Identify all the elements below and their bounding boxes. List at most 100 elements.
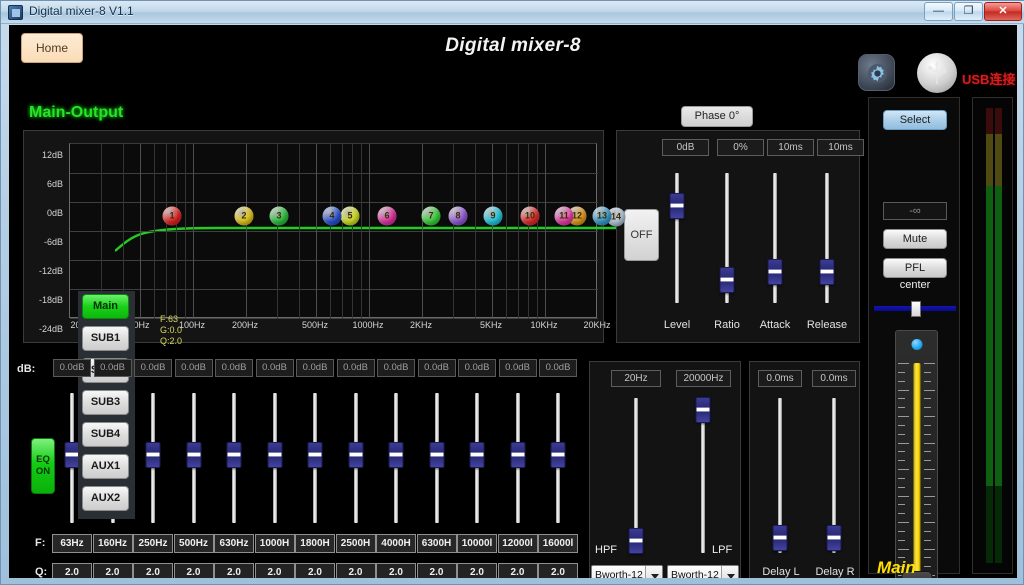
comp-slider-release[interactable] <box>819 173 835 303</box>
eq-q-box-12[interactable]: 2.0 <box>497 563 538 578</box>
eq-q-box-1[interactable]: 2.0 <box>52 563 92 578</box>
lpf-slider-knob[interactable] <box>695 397 711 424</box>
eq-band-handle-7[interactable]: 7 <box>421 206 441 226</box>
eq-gain-box-8[interactable]: 0.0dB <box>336 359 375 377</box>
eq-band-handle-2[interactable]: 2 <box>234 206 254 226</box>
eq-q-box-13[interactable]: 2.0 <box>538 563 578 578</box>
eq-gain-slider-3[interactable] <box>145 393 161 523</box>
comp-value-ratio[interactable]: 0% <box>717 139 764 156</box>
eq-freq-box-12[interactable]: 12000l <box>497 534 538 553</box>
comp-value-release[interactable]: 10ms <box>817 139 864 156</box>
eq-gain-box-6[interactable]: 0.0dB <box>255 359 294 377</box>
hpf-slider-knob[interactable] <box>628 527 644 554</box>
eq-gain-slider-4-knob[interactable] <box>186 442 201 469</box>
comp-slider-level-knob[interactable] <box>669 192 685 219</box>
eq-freq-box-4[interactable]: 500Hz <box>173 534 214 553</box>
eq-q-box-9[interactable]: 2.0 <box>376 563 416 578</box>
comp-slider-release-knob[interactable] <box>819 258 835 285</box>
mute-button[interactable]: Mute <box>883 229 947 249</box>
eq-gain-box-5[interactable]: 0.0dB <box>215 359 253 377</box>
eq-band-handle-1[interactable]: 1 <box>162 206 182 226</box>
channel-button-sub1[interactable]: SUB1 <box>82 326 129 351</box>
eq-gain-slider-3-knob[interactable] <box>145 442 161 469</box>
eq-band-handle-13[interactable]: 13 <box>592 206 612 226</box>
hpf-type-select[interactable]: Bworth-12 <box>591 565 663 578</box>
eq-band-handle-9[interactable]: 9 <box>483 206 503 226</box>
eq-freq-box-9[interactable]: 4000H <box>376 534 416 553</box>
eq-freq-box-3[interactable]: 250Hz <box>133 534 173 553</box>
comp-slider-level[interactable] <box>669 173 685 303</box>
comp-slider-attack-knob[interactable] <box>767 258 783 285</box>
eq-plot-area[interactable]: 1 2 3 4 5 6 7 8 9 10 11 12 13 14 <box>69 143 643 319</box>
select-button[interactable]: Select <box>883 110 947 130</box>
channel-button-sub4[interactable]: SUB4 <box>82 422 129 447</box>
eq-gain-slider-8[interactable] <box>348 393 364 523</box>
delay-right-value-box[interactable]: 0.0ms <box>812 370 856 387</box>
comp-value-attack[interactable]: 10ms <box>767 139 814 156</box>
eq-gain-slider-5[interactable] <box>226 393 242 523</box>
eq-gain-slider-4[interactable] <box>186 393 202 523</box>
eq-gain-slider-8-knob[interactable] <box>348 442 363 469</box>
eq-gain-slider-10-knob[interactable] <box>429 442 444 469</box>
usb-icon[interactable] <box>917 53 957 93</box>
eq-freq-box-11[interactable]: 10000l <box>457 534 497 553</box>
comp-value-level[interactable]: 0dB <box>662 139 709 156</box>
eq-gain-slider-11[interactable] <box>469 393 485 523</box>
eq-gain-box-11[interactable]: 0.0dB <box>458 359 496 377</box>
maximize-button[interactable]: ❐ <box>954 2 983 21</box>
lpf-type-select[interactable]: Bworth-12 <box>667 565 739 578</box>
compressor-power-button[interactable]: OFF <box>624 209 659 261</box>
eq-gain-slider-13-knob[interactable] <box>550 442 566 469</box>
eq-gain-slider-9[interactable] <box>388 393 404 523</box>
eq-freq-box-6[interactable]: 1000H <box>254 534 295 553</box>
eq-band-handle-3[interactable]: 3 <box>269 206 289 226</box>
eq-freq-box-1[interactable]: 63Hz <box>52 534 92 553</box>
eq-gain-box-2[interactable]: 0.0dB <box>93 359 132 377</box>
eq-gain-box-1[interactable]: 0.0dB <box>53 359 91 377</box>
chevron-down-icon[interactable] <box>645 566 662 578</box>
delay-right-slider[interactable] <box>826 398 842 553</box>
delay-left-slider[interactable] <box>772 398 788 553</box>
delay-left-value-box[interactable]: 0.0ms <box>758 370 802 387</box>
eq-q-box-5[interactable]: 2.0 <box>214 563 254 578</box>
comp-slider-ratio[interactable] <box>719 173 735 303</box>
channel-button-aux2[interactable]: AUX2 <box>82 486 129 511</box>
eq-band-handle-11[interactable]: 11 <box>554 206 574 226</box>
eq-band-handle-6[interactable]: 6 <box>377 206 397 226</box>
eq-gain-slider-6-knob[interactable] <box>267 442 282 469</box>
channel-button-sub3[interactable]: SUB3 <box>82 390 129 415</box>
eq-q-box-8[interactable]: 2.0 <box>335 563 376 578</box>
eq-gain-box-3[interactable]: 0.0dB <box>134 359 172 377</box>
eq-freq-box-2[interactable]: 160Hz <box>92 534 133 553</box>
close-button[interactable]: ✕ <box>984 2 1022 21</box>
eq-q-box-10[interactable]: 2.0 <box>416 563 457 578</box>
pan-slider[interactable] <box>874 301 956 317</box>
eq-band-handle-5[interactable]: 5 <box>340 206 360 226</box>
eq-freq-box-13[interactable]: 16000l <box>538 534 578 553</box>
eq-gain-slider-13[interactable] <box>550 393 566 523</box>
eq-gain-box-12[interactable]: 0.0dB <box>498 359 537 377</box>
eq-gain-slider-12[interactable] <box>510 393 526 523</box>
eq-band-handle-8[interactable]: 8 <box>448 206 468 226</box>
gear-icon[interactable] <box>858 54 895 91</box>
comp-slider-ratio-knob[interactable] <box>719 266 735 293</box>
chevron-down-icon[interactable] <box>721 566 738 578</box>
hpf-value-box[interactable]: 20Hz <box>611 370 661 387</box>
eq-gain-slider-5-knob[interactable] <box>226 442 242 469</box>
channel-button-aux1[interactable]: AUX1 <box>82 454 129 479</box>
phase-button[interactable]: Phase 0° <box>681 106 753 127</box>
eq-gain-slider-11-knob[interactable] <box>469 442 485 469</box>
eq-freq-box-8[interactable]: 2500H <box>335 534 376 553</box>
eq-q-box-11[interactable]: 2.0 <box>457 563 497 578</box>
eq-gain-box-9[interactable]: 0.0dB <box>377 359 415 377</box>
eq-gain-box-13[interactable]: 0.0dB <box>539 359 577 377</box>
channel-button-main[interactable]: Main <box>82 294 129 319</box>
comp-slider-attack[interactable] <box>767 173 783 303</box>
eq-q-box-2[interactable]: 2.0 <box>92 563 133 578</box>
fader-well[interactable] <box>895 330 938 578</box>
eq-band-handle-4[interactable]: 4 <box>322 206 342 226</box>
eq-q-box-3[interactable]: 2.0 <box>133 563 173 578</box>
eq-gain-slider-10[interactable] <box>429 393 445 523</box>
eq-band-handle-10[interactable]: 10 <box>520 206 540 226</box>
pan-knob[interactable] <box>911 301 921 317</box>
